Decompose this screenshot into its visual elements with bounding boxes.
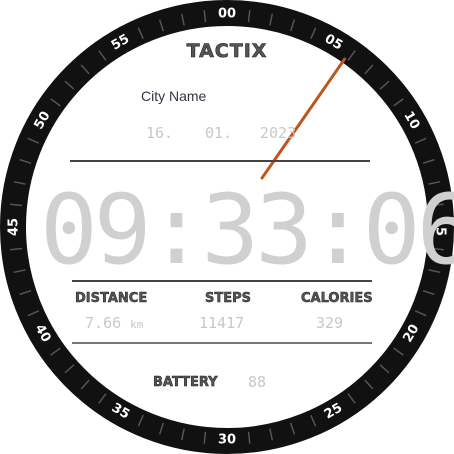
distance-label: DISTANCE bbox=[75, 291, 148, 307]
bezel-number: 00 bbox=[218, 7, 236, 22]
date-month: 01. bbox=[205, 124, 233, 142]
divider-middle bbox=[72, 280, 372, 282]
distance-value: 7.66 km bbox=[85, 314, 144, 332]
divider-bottom bbox=[72, 342, 372, 344]
calories-label: CALORIES bbox=[301, 291, 373, 307]
bezel-number: 30 bbox=[218, 433, 236, 448]
brand-logo: TACTIX bbox=[186, 40, 268, 63]
date-year: 2023 bbox=[260, 124, 297, 142]
calories-value: 329 bbox=[316, 314, 344, 332]
digital-time: 09:33:06 bbox=[40, 174, 454, 286]
divider-top bbox=[70, 160, 370, 162]
battery-label: BATTERY bbox=[153, 375, 218, 391]
steps-label: STEPS bbox=[205, 291, 252, 307]
date-day: 16. bbox=[146, 124, 174, 142]
battery-value: 88 bbox=[248, 373, 267, 391]
city-name[interactable]: City Name bbox=[141, 88, 206, 104]
bezel-number: 45 bbox=[7, 218, 22, 236]
steps-value: 11417 bbox=[199, 314, 245, 332]
